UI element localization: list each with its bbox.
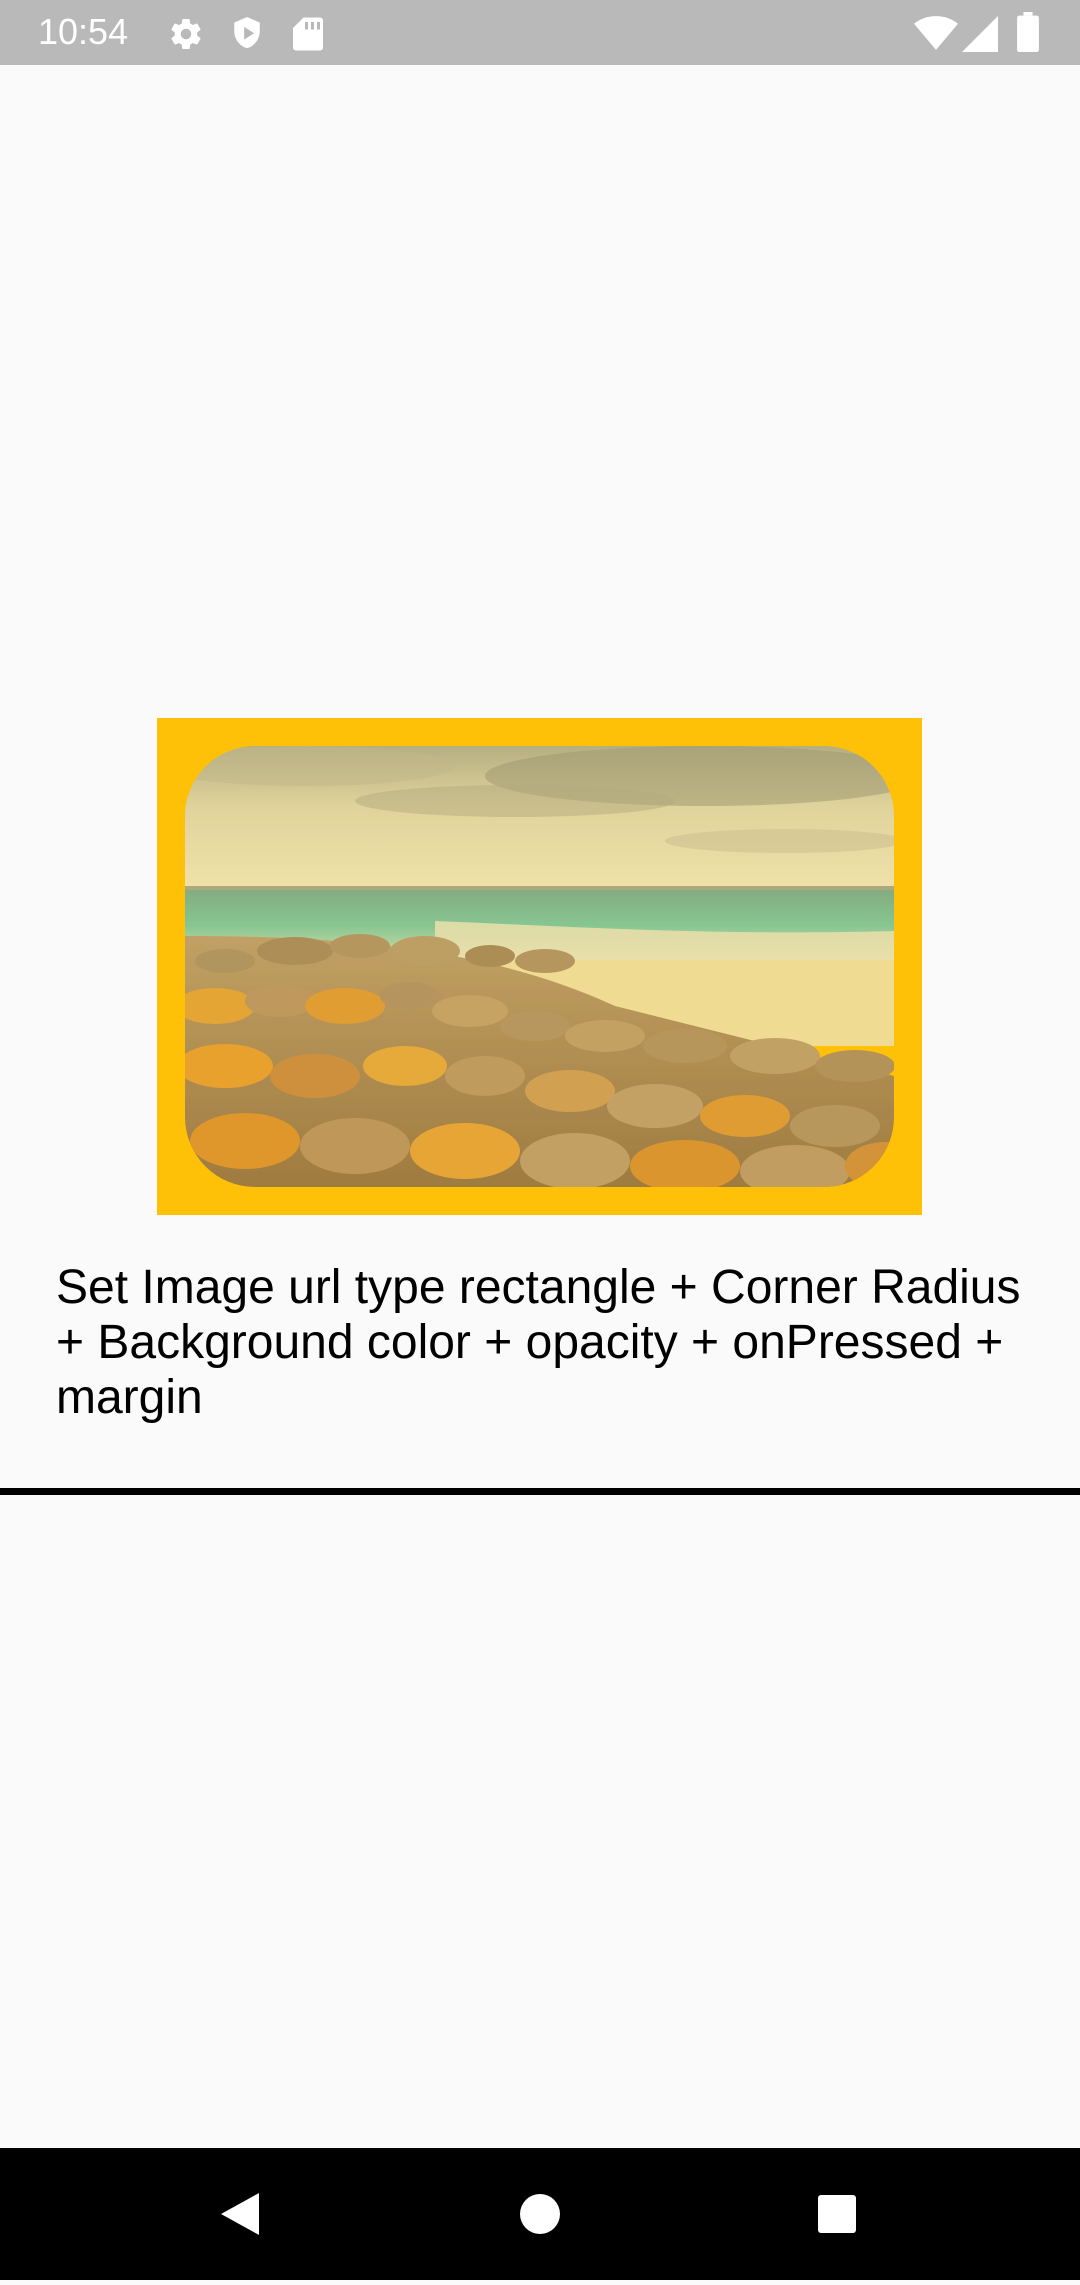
image-button[interactable]	[157, 718, 922, 1215]
sd-card-icon	[293, 17, 323, 51]
battery-icon	[1017, 12, 1039, 52]
beach-image	[185, 746, 894, 1187]
shield-icon	[234, 17, 260, 49]
back-triangle-icon	[221, 2193, 259, 2235]
navigation-bar	[0, 2148, 1080, 2280]
home-circle-icon	[520, 2194, 560, 2234]
recents-button[interactable]	[771, 2148, 903, 2280]
gear-icon	[171, 19, 201, 50]
signal-icon	[962, 16, 998, 52]
recents-square-icon	[818, 2195, 856, 2233]
wifi-icon	[914, 16, 958, 50]
back-button[interactable]	[175, 2148, 307, 2280]
status-bar: 10:54	[0, 0, 1080, 65]
content-area: Set Image url type rectangle + Corner Ra…	[0, 65, 1080, 2148]
home-button[interactable]	[474, 2148, 606, 2280]
status-time: 10:54	[38, 11, 129, 52]
divider	[0, 1488, 1080, 1495]
caption-text: Set Image url type rectangle + Corner Ra…	[56, 1261, 1021, 1424]
